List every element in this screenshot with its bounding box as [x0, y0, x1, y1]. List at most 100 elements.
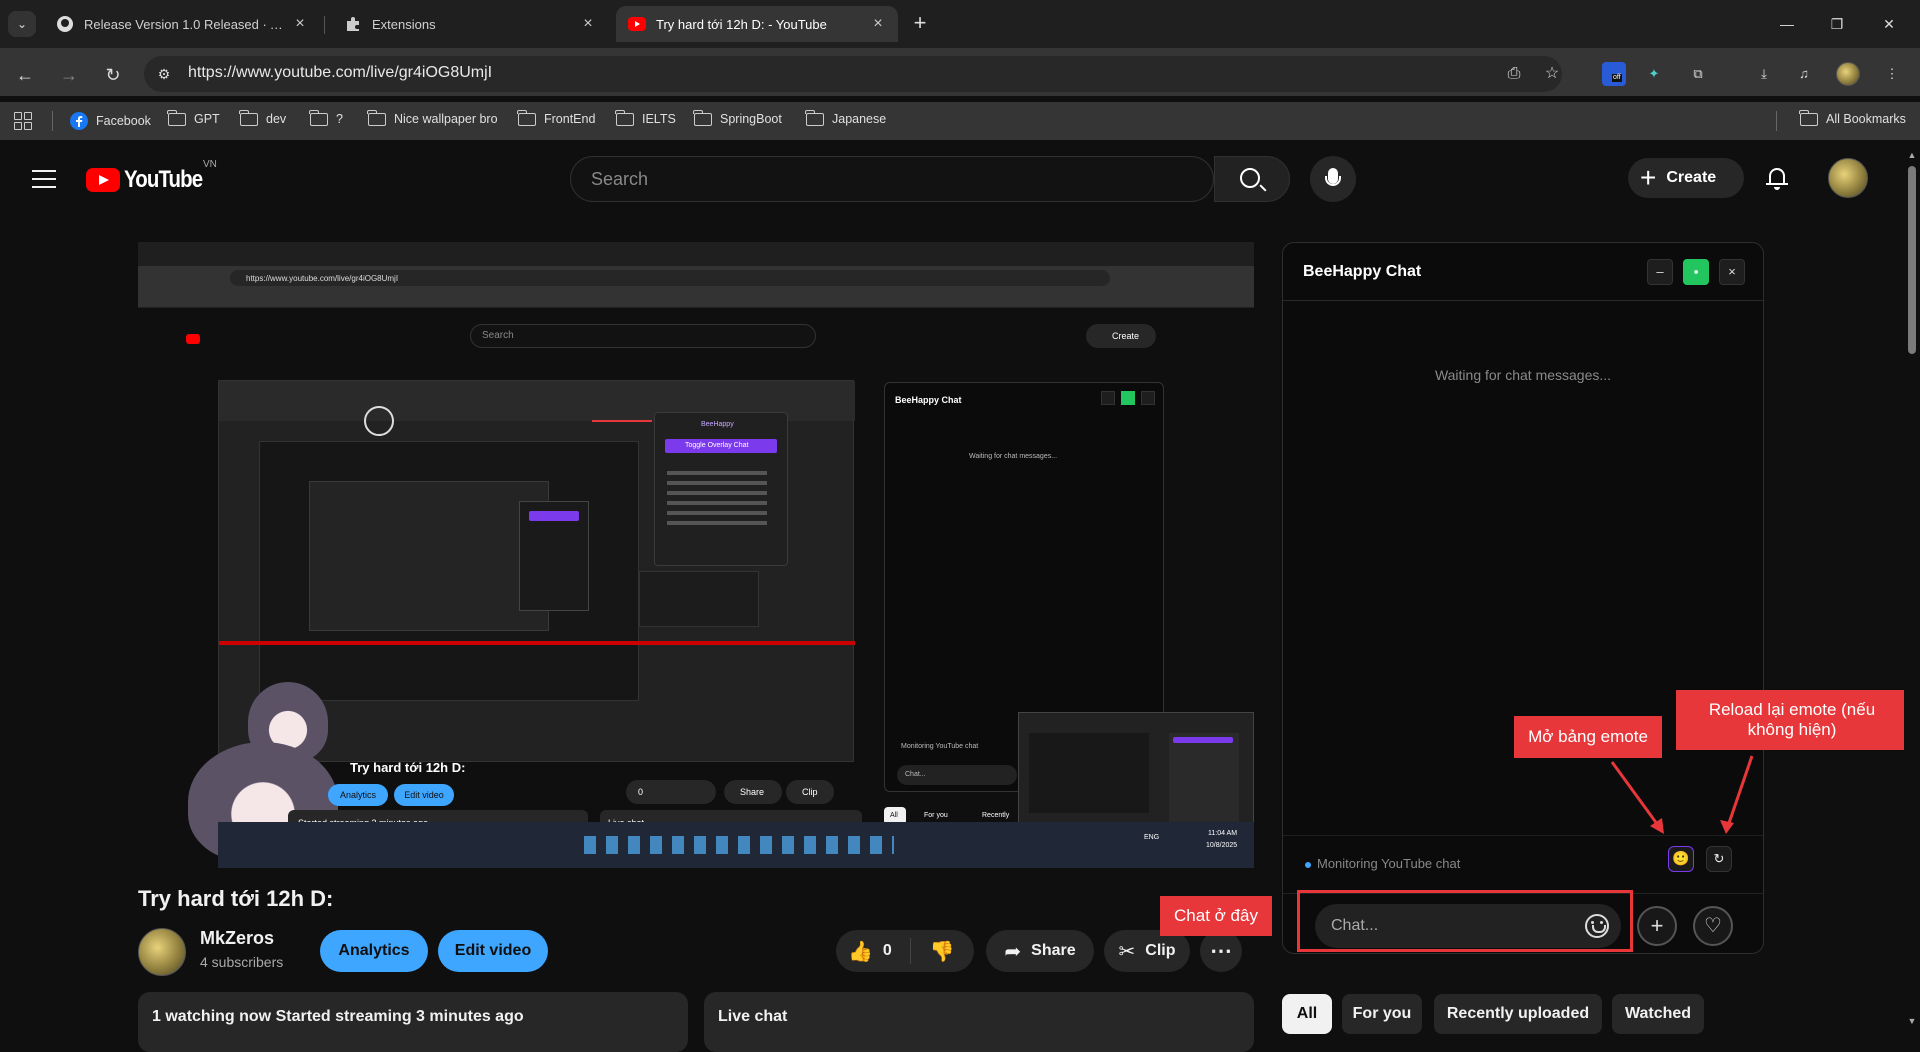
restore-window-icon[interactable]: ❐	[1814, 12, 1860, 36]
scroll-up-arrow-icon[interactable]: ▲	[1906, 150, 1918, 162]
bookmark-folder-dev[interactable]: dev	[239, 109, 286, 126]
scroll-down-arrow-icon[interactable]: ▼	[1906, 1016, 1918, 1028]
tab-divider	[324, 16, 325, 34]
close-chat-button[interactable]: ×	[1719, 259, 1745, 285]
annotation-chat: Chat ở đây	[1160, 896, 1272, 936]
bookmarks-divider	[1776, 111, 1777, 131]
heart-icon[interactable]: ♡	[1693, 906, 1733, 946]
channel-name[interactable]: MkZeros	[200, 928, 274, 949]
emote-picker-button[interactable]: 🙂	[1668, 846, 1694, 872]
analytics-button[interactable]: Analytics	[320, 930, 428, 972]
bookmark-folder-japanese[interactable]: Japanese	[805, 109, 886, 126]
watching-info-box[interactable]: 1 watching now Started streaming 3 minut…	[138, 992, 688, 1052]
thumbs-up-icon[interactable]: 👍	[848, 939, 873, 964]
download-icon[interactable]: ⤓	[1752, 62, 1776, 86]
bookmark-star-icon[interactable]: ☆	[1540, 62, 1564, 86]
tab-youtube-live[interactable]: Try hard tới 12h D: - YouTube ×	[616, 6, 898, 42]
folder-icon	[309, 109, 328, 126]
close-window-icon[interactable]: ✕	[1866, 12, 1912, 36]
plus-icon: +	[1640, 162, 1657, 193]
bee-extension-icon[interactable]: ✦	[1642, 62, 1666, 86]
status-dot-icon	[1305, 862, 1311, 868]
extension-toggle-icon[interactable]: off	[1602, 62, 1626, 86]
apps-grid-icon[interactable]	[14, 112, 32, 130]
reload-emote-button[interactable]: ↻	[1706, 846, 1732, 872]
tab-extensions[interactable]: Extensions ×	[332, 6, 608, 42]
puzzle-icon	[344, 15, 362, 33]
forward-arrow-icon[interactable]: →	[56, 62, 82, 88]
captured-chip-all: All	[890, 812, 898, 819]
reload-icon[interactable]: ↻	[100, 62, 126, 88]
search-input[interactable]	[591, 157, 1111, 201]
live-chat-box[interactable]: Live chat	[704, 992, 1254, 1052]
channel-avatar[interactable]	[138, 928, 186, 976]
chip-for-you[interactable]: For you	[1342, 994, 1422, 1034]
captured-like-count: 0	[638, 787, 644, 797]
thumbs-down-icon[interactable]: 👎	[930, 939, 955, 964]
bookmarks-divider	[52, 111, 53, 131]
scrollbar-thumb[interactable]	[1908, 166, 1916, 354]
media-control-icon[interactable]: ♫	[1792, 62, 1816, 86]
extensions-puzzle-icon[interactable]: ⧉	[1686, 62, 1710, 86]
close-tab-icon[interactable]: ×	[868, 14, 888, 34]
close-tab-icon[interactable]: ×	[578, 14, 598, 34]
captured-taskbar: ENG 11:04 AM 10/8/2025	[218, 822, 1254, 868]
captured-video-title: Try hard tới 12h D:	[350, 760, 466, 775]
share-button[interactable]: ➦ Share	[986, 930, 1094, 972]
minimize-window-icon[interactable]: —	[1764, 12, 1810, 36]
youtube-logo[interactable]: YouTube	[86, 166, 216, 194]
edit-video-button[interactable]: Edit video	[438, 930, 548, 972]
bookmark-facebook[interactable]: Facebook	[70, 112, 151, 130]
bookmark-label: IELTS	[642, 112, 676, 126]
site-settings-icon[interactable]: ⚙	[152, 62, 176, 86]
folder-icon	[367, 109, 386, 126]
bookmark-folder-ielts[interactable]: IELTS	[615, 109, 676, 126]
captured-search-text: Search	[482, 330, 514, 341]
chip-watched[interactable]: Watched	[1612, 994, 1704, 1034]
new-tab-plus-icon[interactable]: +	[908, 12, 932, 36]
video-player[interactable]: https://www.youtube.com/live/gr4iOG8UmjI…	[138, 242, 1254, 868]
bookmarks-bar: Facebook GPT dev ? Nice wallpaper bro Fr…	[0, 102, 1920, 140]
extension-off-badge: off	[1612, 74, 1622, 82]
folder-icon	[1799, 109, 1818, 126]
facebook-icon	[70, 112, 88, 130]
annotation-emote: Mở bảng emote	[1514, 716, 1662, 758]
like-count[interactable]: 0	[883, 942, 892, 960]
bookmark-label: Facebook	[96, 114, 151, 128]
bookmark-folder-question[interactable]: ?	[309, 109, 343, 126]
close-tab-icon[interactable]: ×	[290, 14, 310, 34]
search-icon[interactable]	[1214, 156, 1290, 202]
captured-clip: Clip	[802, 787, 818, 797]
share-label: Share	[1031, 942, 1076, 959]
notifications-bell-icon[interactable]	[1766, 166, 1788, 190]
more-actions-icon[interactable]: ⋯	[1200, 930, 1242, 972]
tab-aimkey-release[interactable]: Release Version 1.0 Released · AimKey ×	[44, 6, 320, 42]
bookmark-folder-springboot[interactable]: SpringBoot	[693, 109, 782, 126]
bookmark-folder-gpt[interactable]: GPT	[167, 109, 220, 126]
bookmark-label: Nice wallpaper bro	[394, 112, 498, 126]
minimize-chat-button[interactable]: –	[1647, 259, 1673, 285]
url-text[interactable]: https://www.youtube.com/live/gr4iOG8UmjI	[188, 64, 492, 82]
menu-kebab-icon[interactable]: ⋮	[1880, 62, 1904, 86]
live-chat-label: Live chat	[718, 1008, 788, 1025]
tab-search-chevron-icon[interactable]: ⌄	[8, 11, 36, 37]
bookmark-label: FrontEnd	[544, 112, 596, 126]
scissors-icon: ✂	[1118, 940, 1136, 963]
chip-all[interactable]: All	[1282, 994, 1332, 1034]
add-plus-icon[interactable]: +	[1637, 906, 1677, 946]
install-app-icon[interactable]: ⎙	[1502, 62, 1526, 86]
create-button[interactable]: + Create	[1628, 158, 1744, 198]
menu-hamburger-icon[interactable]	[32, 170, 56, 188]
bookmark-folder-wallpaper[interactable]: Nice wallpaper bro	[367, 109, 498, 126]
clip-button[interactable]: ✂ Clip	[1104, 930, 1190, 972]
country-code: VN	[203, 159, 217, 170]
chip-recently-uploaded[interactable]: Recently uploaded	[1434, 994, 1602, 1034]
profile-avatar[interactable]	[1836, 62, 1860, 86]
account-avatar[interactable]	[1828, 158, 1868, 198]
bookmark-folder-frontend[interactable]: FrontEnd	[517, 109, 596, 126]
back-arrow-icon[interactable]: ←	[12, 62, 38, 88]
all-bookmarks[interactable]: All Bookmarks	[1799, 109, 1906, 126]
captured-search-box	[470, 324, 816, 348]
microphone-icon[interactable]	[1310, 156, 1356, 202]
toggle-chat-button[interactable]: ▪	[1683, 259, 1709, 285]
